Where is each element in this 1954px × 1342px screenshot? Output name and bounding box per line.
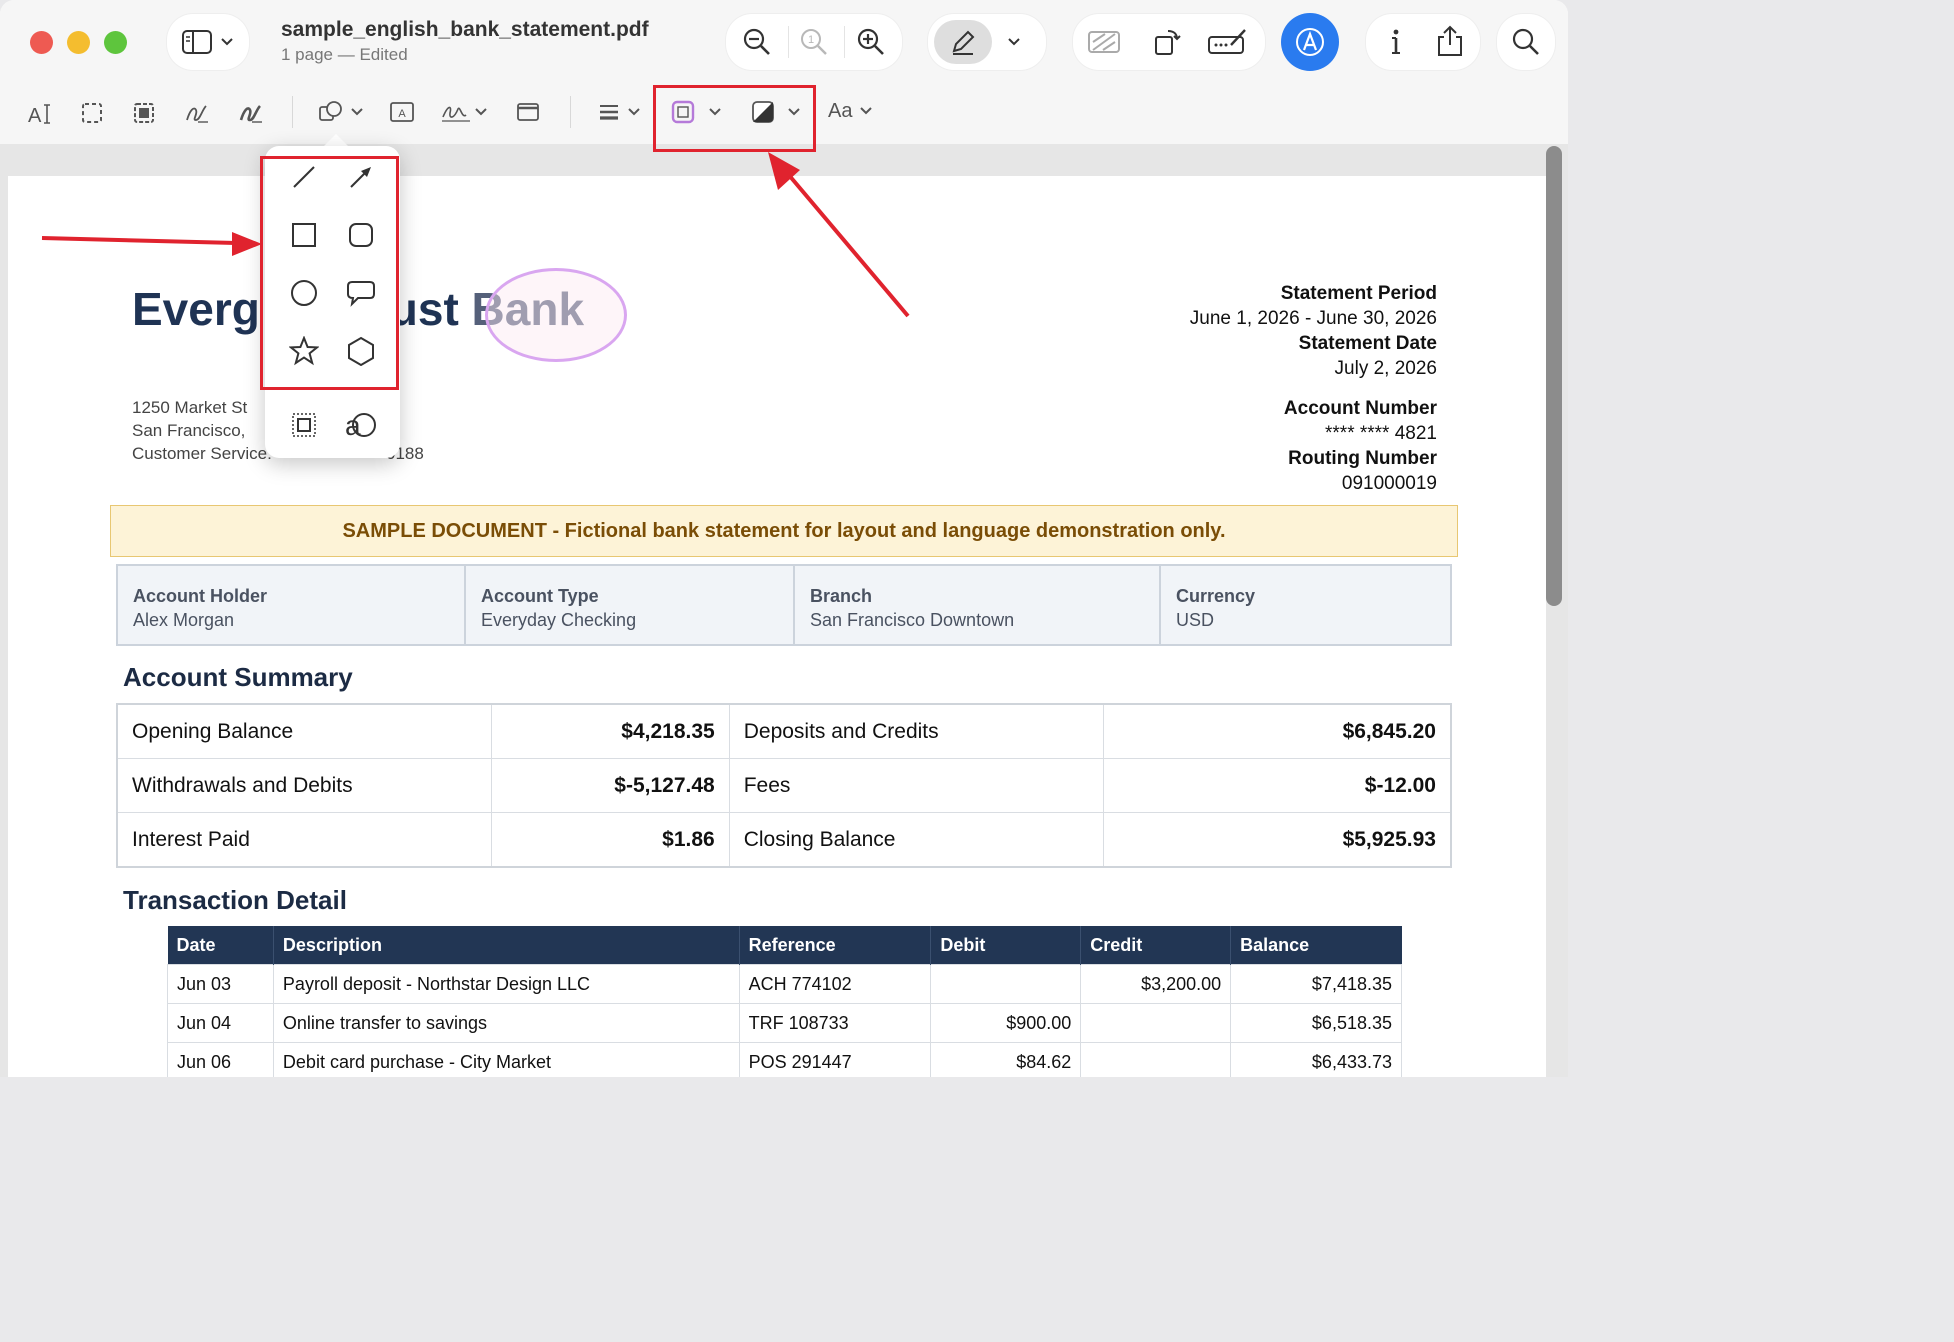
red-arrow-left-head — [232, 232, 262, 256]
preview-window: sample_english_bank_statement.pdf 1 page… — [0, 0, 1568, 1077]
red-arrow-left — [41, 236, 237, 245]
annotation-arrows — [41, 152, 910, 318]
red-arrow-right — [786, 172, 910, 318]
